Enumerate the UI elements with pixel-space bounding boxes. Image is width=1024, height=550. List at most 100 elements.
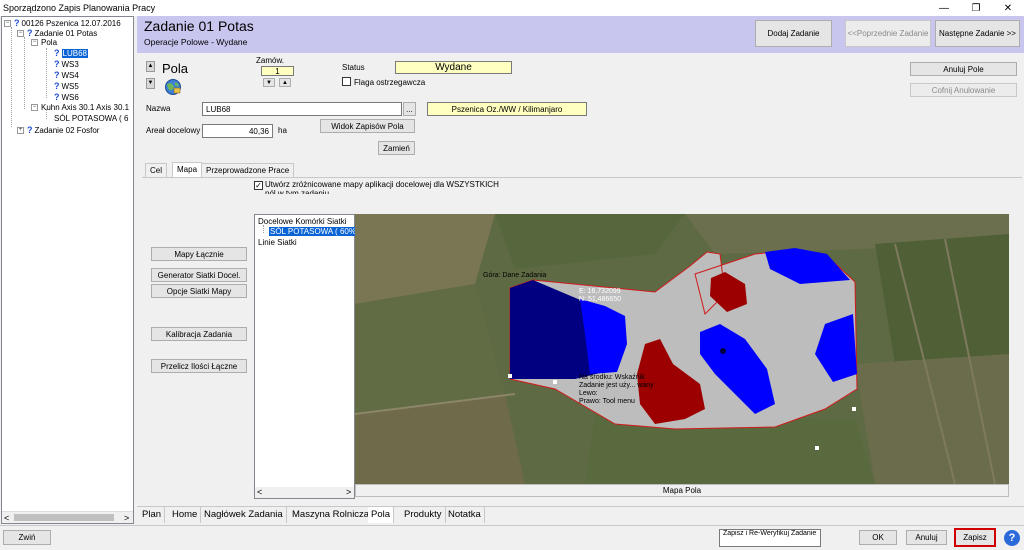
recalc-totals-button[interactable]: Przelicz Ilości Łączne xyxy=(151,359,247,373)
collapse-button[interactable]: Zwiń xyxy=(3,530,51,545)
tab-products[interactable]: Produkty xyxy=(401,507,446,523)
help-icon[interactable]: ? xyxy=(1004,530,1020,546)
task-subtitle: Operacje Polowe - Wydane xyxy=(144,37,248,47)
close-button[interactable]: ✕ xyxy=(994,1,1022,15)
question-icon: ? xyxy=(54,59,60,69)
arrow-up-icon: ▲ xyxy=(282,79,288,86)
ok-button[interactable]: OK xyxy=(859,530,897,545)
layer-potash-salt[interactable]: SÓL POTASOWA ( 60% ) xyxy=(269,227,362,237)
view-field-records-button[interactable]: Widok Zapisów Pola xyxy=(320,119,415,133)
tree-node-field-ws6[interactable]: ? WS6 xyxy=(54,92,79,103)
map-help-4: Prawo: Tool menu xyxy=(579,398,635,405)
tab-home[interactable]: Home xyxy=(169,507,202,523)
undo-cancel-button[interactable]: Cofnij Anulowanie xyxy=(910,83,1017,97)
tree-node-task-02[interactable]: +? Zadanie 02 Fosfor xyxy=(17,125,99,136)
move-down-arrow-icon[interactable]: ▼ xyxy=(146,78,155,89)
tree-node-field-lub68[interactable]: ? LUB68 xyxy=(54,48,88,59)
add-task-button[interactable]: Dodaj Zadanie xyxy=(755,20,832,47)
fields-section-title: Pola xyxy=(162,61,189,76)
scroll-thumb[interactable] xyxy=(14,514,114,521)
question-icon: ? xyxy=(54,92,60,102)
previous-task-button[interactable]: <<Poprzednie Zadanie xyxy=(845,20,931,47)
order-label: Zamów. xyxy=(256,56,285,65)
collapse-icon[interactable]: − xyxy=(31,39,38,47)
order-up-button[interactable]: ▲ xyxy=(279,78,291,87)
collapse-icon[interactable]: − xyxy=(4,20,11,28)
next-task-button[interactable]: Następne Zadanie >> xyxy=(935,20,1020,47)
task-title: Zadanie 01 Potas xyxy=(144,18,254,34)
window-title: Sporządzono Zapis Planowania Pracy xyxy=(3,3,156,13)
collapse-icon[interactable]: − xyxy=(31,104,38,112)
scroll-left-arrow[interactable]: < xyxy=(257,487,262,497)
restore-button[interactable]: ❐ xyxy=(962,1,990,15)
order-input[interactable]: 1 xyxy=(261,66,294,76)
map-coord-n: N: 51,486650 xyxy=(579,296,622,303)
map-help-2: Zadanie jest uży... wany xyxy=(579,382,654,389)
cancel-field-button[interactable]: Anuluj Pole xyxy=(910,62,1017,76)
tab-machine[interactable]: Maszyna Rolnicza xyxy=(289,507,374,523)
layer-grid-cells[interactable]: Docelowe Komórki Siatki xyxy=(258,217,346,227)
map-help-1: Na środku: Wskaźnik xyxy=(579,374,645,381)
scroll-left-arrow[interactable]: < xyxy=(4,513,9,523)
browse-button[interactable]: ... xyxy=(403,102,416,116)
tree-node-task-01[interactable]: −? Zadanie 01 Potas xyxy=(17,28,97,39)
tree-node-field-ws5[interactable]: ? WS5 xyxy=(54,81,79,92)
status-text-box: Zapisz i Re-Weryfikuj Zadanie xyxy=(719,529,821,547)
tree-line xyxy=(24,37,25,109)
tree-node-product[interactable]: SÓL POTASOWA ( 6 xyxy=(54,114,128,124)
grid-map-options-button[interactable]: Opcje Siatki Mapy xyxy=(151,284,247,298)
field-map-view[interactable]: Góra: Dane Zadania E: 16,732099 N: 51,48… xyxy=(355,214,1009,484)
tree-line xyxy=(263,225,264,233)
bottom-bar: Zwiń Zapisz i Re-Weryfikuj Zadanie OK An… xyxy=(0,525,1024,550)
minimize-button[interactable]: — xyxy=(930,1,958,15)
name-input[interactable]: LUB68 xyxy=(202,102,402,116)
area-unit: ha xyxy=(278,126,287,135)
tree-hscrollbar[interactable]: < > xyxy=(2,511,133,523)
layer-grid-lines[interactable]: Linie Siatki xyxy=(258,238,297,248)
question-icon: ? xyxy=(54,70,60,80)
tree-node-fields[interactable]: − Pola xyxy=(31,38,57,48)
name-label: Nazwa xyxy=(146,104,171,113)
field-map-footer: Mapa Pola xyxy=(355,484,1009,497)
scroll-right-arrow[interactable]: > xyxy=(124,513,129,523)
warning-flag-checkbox[interactable] xyxy=(342,77,351,86)
status-field: Wydane xyxy=(395,61,512,74)
tab-map[interactable]: Mapa xyxy=(172,162,203,177)
tab-fields[interactable]: Pola xyxy=(368,507,395,523)
tree-node-field-ws4[interactable]: ? WS4 xyxy=(54,70,79,81)
question-icon: ? xyxy=(54,48,60,58)
move-up-arrow-icon[interactable]: ▲ xyxy=(146,61,155,72)
area-label: Areał docelowy xyxy=(146,126,201,135)
save-button[interactable]: Zapisz xyxy=(954,528,996,547)
tree-line xyxy=(11,27,12,127)
layer-tree-hscrollbar[interactable]: < > xyxy=(255,487,354,498)
scroll-right-arrow[interactable]: > xyxy=(346,487,351,497)
globe-icon xyxy=(163,78,183,96)
task-calibration-button[interactable]: Kalibracja Zadania xyxy=(151,327,247,341)
map-help-3: Lewo: xyxy=(579,390,598,397)
create-maps-checkbox[interactable]: ✓ xyxy=(254,181,263,190)
tree-node-machine[interactable]: − Kuhn Axis 30.1 Axis 30.1 xyxy=(31,103,129,113)
tab-note[interactable]: Notatka xyxy=(445,507,485,523)
swap-button[interactable]: Zamień xyxy=(378,141,415,155)
grid-generator-button[interactable]: Generator Siatki Docel. xyxy=(151,268,247,282)
map-top-label: Góra: Dane Zadania xyxy=(483,272,547,279)
tab-task-header[interactable]: Nagłówek Zadania xyxy=(201,507,287,523)
area-input[interactable]: 40,36 xyxy=(202,124,273,138)
question-icon: ? xyxy=(54,81,60,91)
create-maps-label: Utwórz zróżnicowane mapy aplikacji docel… xyxy=(265,180,499,194)
tree-node-field-ws3[interactable]: ? WS3 xyxy=(54,59,79,70)
expand-icon[interactable]: + xyxy=(17,127,24,135)
combined-maps-button[interactable]: Mapy Łącznie xyxy=(151,247,247,261)
tab-target[interactable]: Cel xyxy=(145,163,168,177)
map-coord-e: E: 16,732099 xyxy=(579,288,621,295)
warning-flag-label: Flaga ostrzegawcza xyxy=(354,78,426,87)
task-tree[interactable]: −? 00126 Pszenica 12.07.2016 −? Zadanie 01… xyxy=(1,16,134,524)
field-map-svg[interactable] xyxy=(355,214,1009,484)
collapse-icon[interactable]: − xyxy=(17,30,24,38)
tab-plan[interactable]: Plan xyxy=(139,507,166,523)
map-layer-tree[interactable]: Docelowe Komórki Siatki SÓL POTASOWA ( 6… xyxy=(254,214,362,499)
order-down-button[interactable]: ▼ xyxy=(263,78,275,87)
tab-performed-work[interactable]: Przeprowadzone Prace xyxy=(201,163,295,177)
cancel-button[interactable]: Anuluj xyxy=(906,530,947,545)
